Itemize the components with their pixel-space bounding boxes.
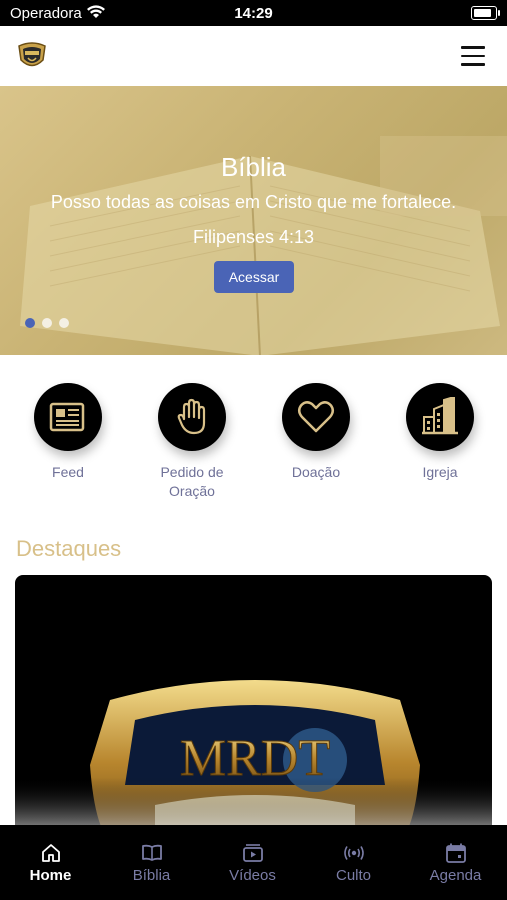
open-bible-background bbox=[20, 136, 507, 355]
carousel-dot[interactable] bbox=[59, 318, 69, 328]
highlight-card[interactable]: MRDT bbox=[15, 575, 492, 845]
app-header bbox=[0, 26, 507, 86]
book-icon bbox=[142, 844, 162, 861]
highlights-title: Destaques bbox=[16, 536, 122, 561]
carousel-dots bbox=[25, 318, 69, 328]
buildings-icon bbox=[422, 397, 458, 435]
calendar-icon bbox=[446, 843, 466, 863]
newspaper-icon bbox=[49, 402, 85, 432]
nav-service[interactable]: Culto bbox=[303, 825, 404, 900]
access-button[interactable]: Acessar bbox=[214, 261, 294, 293]
video-icon bbox=[243, 844, 263, 862]
clock: 14:29 bbox=[234, 5, 273, 22]
status-bar: Operadora 14:29 bbox=[0, 0, 507, 26]
nav-home-label: Home bbox=[29, 867, 72, 884]
hero-verse-text: Posso todas as coisas em Cristo que me f… bbox=[50, 192, 457, 212]
nav-agenda-label: Agenda bbox=[429, 867, 482, 884]
prayer-request-button[interactable]: Pedido de Oração bbox=[137, 383, 247, 501]
nav-bible-label: Bíblia bbox=[132, 867, 171, 884]
feed-label: Feed bbox=[52, 464, 84, 480]
church-crest-logo[interactable] bbox=[16, 40, 48, 72]
prayer-request-label: Pedido de Oração bbox=[160, 464, 224, 499]
carousel-dot[interactable] bbox=[25, 318, 35, 328]
mrdt-crest-image: MRDT bbox=[15, 575, 492, 845]
donation-label: Doação bbox=[291, 464, 341, 480]
broadcast-icon bbox=[344, 846, 364, 860]
hero-title: Bíblia bbox=[220, 152, 287, 182]
nav-videos-label: Vídeos bbox=[229, 867, 276, 884]
nav-home[interactable]: Home bbox=[0, 825, 101, 900]
raised-hand-icon bbox=[177, 398, 206, 435]
church-label: Igreja bbox=[422, 464, 458, 480]
bottom-nav: Home Bíblia Vídeos Culto Agenda bbox=[0, 825, 507, 900]
hero-banner[interactable]: Bíblia Posso todas as coisas em Cristo q… bbox=[0, 86, 507, 355]
battery-icon bbox=[471, 6, 500, 20]
hero-verse-reference: Filipenses 4:13 bbox=[192, 227, 315, 247]
church-button[interactable]: Igreja bbox=[385, 383, 495, 482]
nav-videos[interactable]: Vídeos bbox=[202, 825, 303, 900]
nav-service-label: Culto bbox=[335, 867, 372, 884]
feed-button[interactable]: Feed bbox=[13, 383, 123, 482]
heart-icon bbox=[298, 401, 334, 433]
home-icon bbox=[42, 844, 60, 862]
nav-agenda[interactable]: Agenda bbox=[405, 825, 506, 900]
hamburger-menu-icon[interactable] bbox=[461, 46, 485, 66]
donation-button[interactable]: Doação bbox=[261, 383, 371, 482]
nav-bible[interactable]: Bíblia bbox=[101, 825, 202, 900]
carousel-dot[interactable] bbox=[42, 318, 52, 328]
